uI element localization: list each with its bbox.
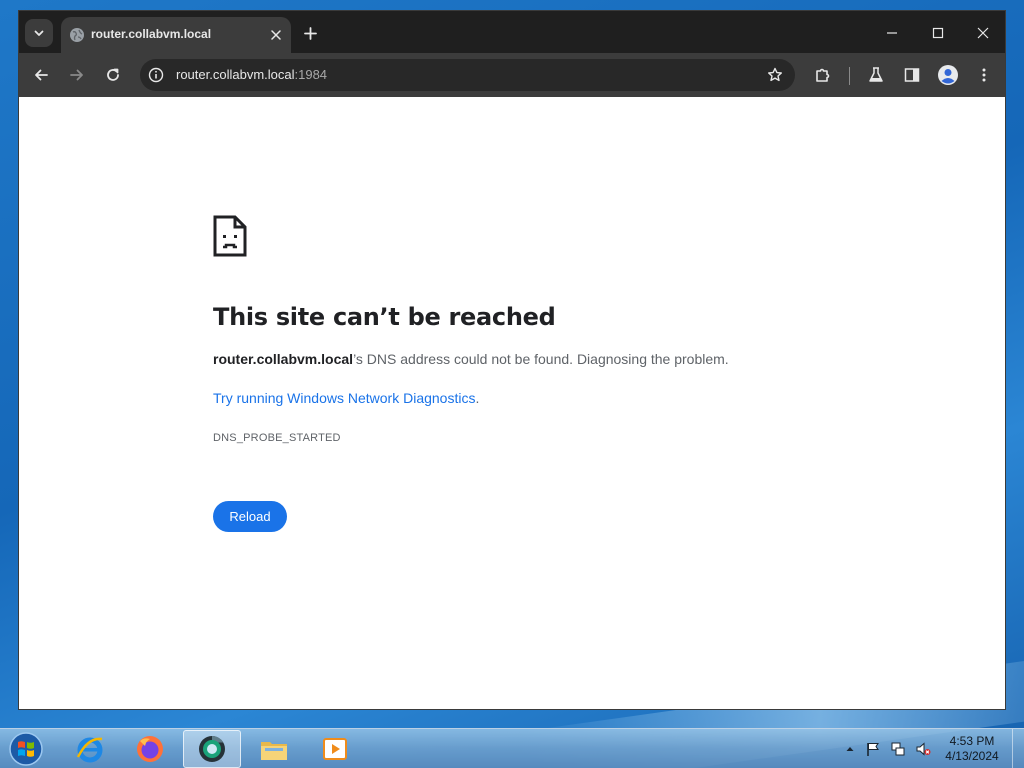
network-icon bbox=[891, 742, 905, 756]
tab-close-button[interactable] bbox=[267, 26, 285, 44]
media-player-icon bbox=[323, 738, 347, 760]
error-host: router.collabvm.local bbox=[213, 351, 354, 367]
minimize-icon bbox=[887, 32, 897, 34]
refresh-icon bbox=[107, 68, 119, 81]
volume-tray[interactable] bbox=[913, 737, 933, 761]
side-panel-button[interactable] bbox=[898, 61, 926, 89]
star-icon bbox=[768, 67, 782, 82]
page-content: This site can’t be reached router.collab… bbox=[19, 97, 1005, 709]
firefox-icon bbox=[137, 736, 163, 762]
globe-icon bbox=[70, 28, 84, 42]
taskbar: 4:53 PM 4/13/2024 bbox=[0, 728, 1024, 768]
taskbar-chrome-dev[interactable] bbox=[183, 730, 241, 768]
tab-search-button[interactable] bbox=[25, 19, 53, 47]
internet-explorer-icon bbox=[76, 737, 103, 763]
maximize-button[interactable] bbox=[918, 19, 958, 47]
clock-date: 4/13/2024 bbox=[945, 749, 999, 763]
tab-title: router.collabvm.local bbox=[91, 27, 212, 41]
menu-button[interactable] bbox=[970, 61, 998, 89]
error-title: This site can’t be reached bbox=[213, 303, 556, 331]
error-description: router.collabvm.local’s DNS address coul… bbox=[213, 351, 729, 367]
diagnostics-link-line: Try running Windows Network Diagnostics. bbox=[213, 390, 479, 406]
tab-strip: router.collabvm.local bbox=[19, 11, 1005, 53]
start-button[interactable] bbox=[6, 731, 46, 767]
flag-icon bbox=[867, 743, 879, 756]
taskbar-clock[interactable]: 4:53 PM 4/13/2024 bbox=[936, 734, 1008, 764]
forward-button[interactable] bbox=[63, 61, 91, 89]
error-code: DNS_PROBE_STARTED bbox=[213, 432, 341, 444]
new-tab-button[interactable] bbox=[299, 22, 321, 44]
taskbar-media-player[interactable] bbox=[306, 730, 364, 768]
speaker-muted-icon bbox=[916, 742, 931, 756]
url-text[interactable]: router.collabvm.local:1984 bbox=[176, 67, 327, 82]
url-host: router.collabvm.local bbox=[176, 67, 295, 82]
chrome-dev-icon bbox=[199, 735, 225, 762]
close-icon bbox=[977, 27, 989, 39]
close-window-button[interactable] bbox=[963, 19, 1003, 47]
plus-icon bbox=[303, 26, 317, 40]
labs-button[interactable] bbox=[862, 61, 890, 89]
back-button[interactable] bbox=[27, 61, 55, 89]
site-info-button[interactable] bbox=[146, 65, 166, 85]
reload-toolbar-button[interactable] bbox=[99, 61, 127, 89]
taskbar-firefox[interactable] bbox=[121, 730, 179, 768]
kebab-menu-icon bbox=[982, 68, 986, 82]
show-desktop-button[interactable] bbox=[1012, 729, 1024, 768]
network-diagnostics-link[interactable]: Try running Windows Network Diagnostics bbox=[213, 390, 475, 406]
close-icon bbox=[271, 30, 281, 40]
link-suffix: . bbox=[475, 390, 480, 406]
flask-icon bbox=[869, 67, 883, 82]
chevron-down-icon bbox=[34, 30, 44, 36]
browser-toolbar: router.collabvm.local:1984 bbox=[19, 53, 1005, 97]
reload-button[interactable]: Reload bbox=[213, 501, 287, 532]
chevron-up-icon bbox=[846, 747, 854, 751]
extensions-button[interactable] bbox=[809, 61, 837, 89]
maximize-icon bbox=[932, 27, 944, 39]
url-port: :1984 bbox=[294, 67, 328, 82]
network-tray[interactable] bbox=[888, 737, 908, 761]
browser-window: router.collabvm.local router.collabvm.lo… bbox=[18, 10, 1006, 710]
show-hidden-icons-button[interactable] bbox=[843, 737, 857, 761]
sad-page-icon bbox=[213, 215, 247, 257]
file-explorer-icon bbox=[261, 742, 287, 760]
puzzle-icon bbox=[816, 68, 830, 82]
arrow-left-icon bbox=[35, 69, 48, 81]
arrow-right-icon bbox=[70, 69, 83, 81]
clock-time: 4:53 PM bbox=[949, 734, 995, 748]
bookmark-button[interactable] bbox=[763, 63, 787, 87]
address-bar[interactable]: router.collabvm.local:1984 bbox=[140, 59, 795, 91]
info-icon bbox=[148, 67, 164, 83]
avatar-icon bbox=[938, 65, 958, 85]
profile-button[interactable] bbox=[934, 61, 962, 89]
tab-active[interactable]: router.collabvm.local bbox=[61, 17, 291, 53]
windows-orb-icon bbox=[9, 732, 43, 766]
error-message: ’s DNS address could not be found. Diagn… bbox=[353, 351, 729, 367]
taskbar-internet-explorer[interactable] bbox=[61, 730, 119, 768]
taskbar-file-explorer[interactable] bbox=[245, 730, 303, 768]
action-center-tray[interactable] bbox=[863, 737, 883, 761]
minimize-button[interactable] bbox=[872, 19, 912, 47]
side-panel-icon bbox=[904, 68, 920, 82]
toolbar-separator bbox=[849, 67, 850, 85]
